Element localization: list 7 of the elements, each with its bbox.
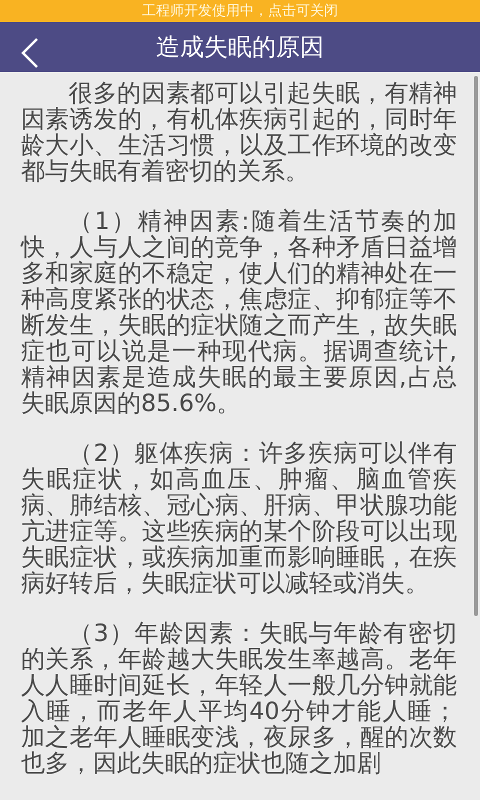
- article-paragraph: （3）年龄因素：失眠与年龄有密切的关系，年龄越大失眠发生率越高。老年人人睡时间延长，年轻人一般几分钟就能入睡，而老年人平均40分钟才能人睡；加之老年人睡眠变浅，夜尿多，醒的次数也多，因此失眠的症状也随之加剧: [21, 620, 457, 776]
- developer-banner[interactable]: 工程师开发使用中，点击可关闭: [0, 0, 480, 22]
- article-paragraph: 很多的因素都可以引起失眠，有精神因素诱发的，有机体疾病引起的，同时年龄大小、生活习惯，以及工作环境的改变都与失眠有着密切的关系。: [21, 80, 457, 184]
- article-paragraph: （1）精神因素:随着生活节奏的加快，人与人之间的竞争，各种矛盾日益增多和家庭的不稳定，使人们的精神处在一种高度紧张的状态，焦虑症、抑郁症等不断发生，失眠的症状随之而产生，故失眠症也可以说是一种现代病。据调查统计,精神因素是造成失眠的最主要原因,占总失眠原因的85.6%。: [21, 208, 457, 416]
- page-title: 造成失眠的原因: [156, 32, 324, 63]
- article-paragraph: （2）躯体疾病：许多疾病可以伴有失眠症状，如高血压、肿瘤、脑血管疾病、肺结核、冠心病、肝病、甲状腺功能亢进症等。这些疾病的某个阶段可以出现失眠症状，或疾病加重而影响睡眠，在疾病好转后，失眠症状可以减轻或消失。: [21, 440, 457, 596]
- back-icon[interactable]: [20, 37, 40, 69]
